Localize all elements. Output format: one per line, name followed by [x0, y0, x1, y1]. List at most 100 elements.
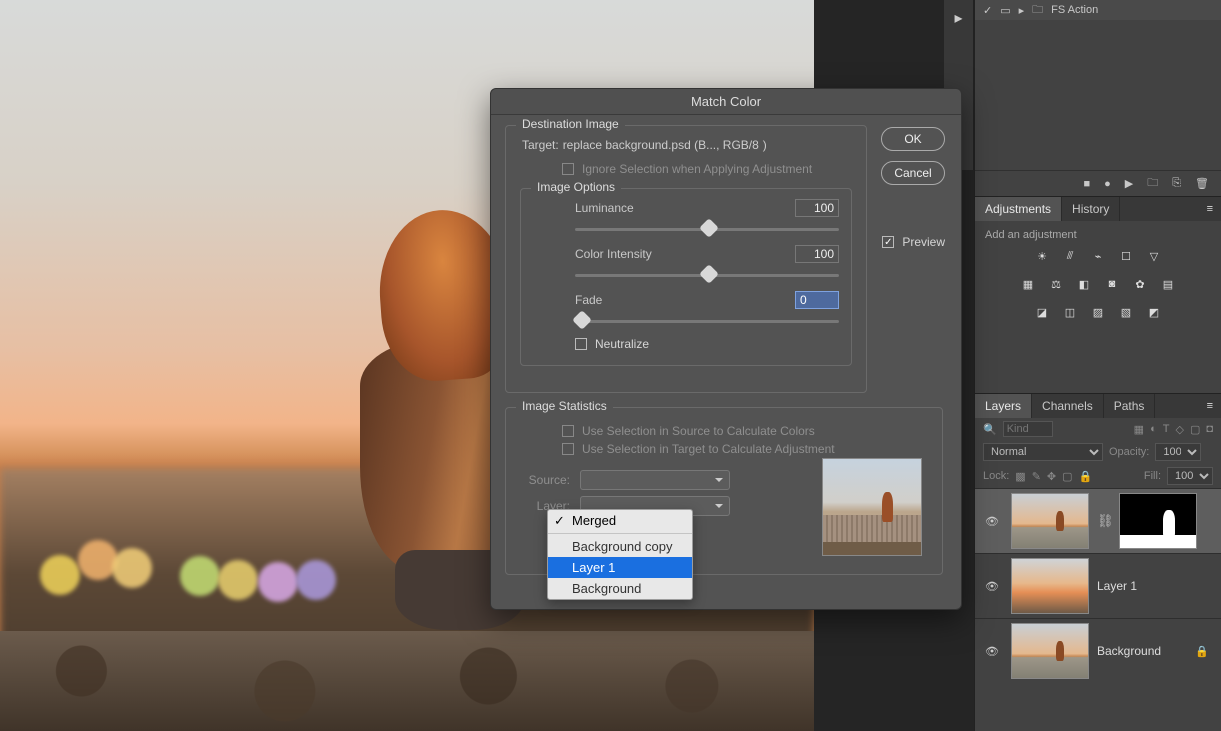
visibility-icon[interactable]: 👁	[981, 515, 1003, 528]
color-balance-icon[interactable]: ⚖	[1047, 275, 1065, 293]
levels-icon[interactable]: ⫻	[1061, 247, 1079, 265]
target-value: replace background.psd (B..., RGB/8	[563, 138, 759, 152]
layer-thumbnail[interactable]	[1011, 623, 1089, 679]
collapsed-tab-icon[interactable]: ▸	[954, 8, 962, 28]
new-folder-icon[interactable]: 🗀	[1147, 174, 1158, 193]
fade-label: Fade	[575, 293, 602, 307]
luminance-slider[interactable]	[575, 221, 839, 237]
lock-icon: 🔒	[1195, 645, 1209, 658]
invert-icon[interactable]: ◪	[1033, 303, 1051, 321]
neutralize-label: Neutralize	[595, 337, 649, 351]
new-action-icon[interactable]: ⎘	[1172, 177, 1181, 190]
layer-name[interactable]: Background	[1097, 644, 1161, 658]
dialog-title: Match Color	[491, 89, 961, 115]
exposure-icon[interactable]: ☐	[1117, 247, 1135, 265]
luminance-label: Luminance	[575, 201, 634, 215]
tab-history[interactable]: History	[1062, 197, 1120, 221]
blend-mode-select[interactable]: Normal	[983, 443, 1103, 461]
threshold-icon[interactable]: ▨	[1089, 303, 1107, 321]
opacity-label: Opacity:	[1109, 446, 1149, 458]
panel-menu-icon[interactable]: ≡	[1199, 400, 1221, 412]
tab-paths[interactable]: Paths	[1104, 394, 1156, 418]
dropdown-option-layer1[interactable]: Layer 1	[548, 557, 692, 578]
filter-type-icon[interactable]: T	[1163, 423, 1170, 435]
photo-filter-icon[interactable]: ◙	[1103, 275, 1121, 293]
actions-item-label[interactable]: FS Action	[1051, 4, 1098, 16]
dropdown-option-merged[interactable]: Merged	[548, 510, 692, 531]
adjustments-tabs: Adjustments History ≡	[975, 196, 1221, 221]
lock-position-icon[interactable]: ✥	[1047, 470, 1056, 483]
bokeh	[296, 560, 336, 600]
source-preview-thumbnail	[822, 458, 922, 556]
cancel-button[interactable]: Cancel	[881, 161, 945, 185]
visibility-icon[interactable]: 👁	[981, 645, 1003, 658]
link-mask-icon[interactable]: ⛓	[1097, 513, 1111, 529]
layer-row[interactable]: 👁 ⛓	[975, 488, 1221, 553]
play-icon[interactable]: ▶	[1125, 177, 1133, 190]
layer-name[interactable]: Layer 1	[1097, 579, 1137, 593]
target-label: Target:	[522, 138, 559, 152]
gradient-map-icon[interactable]: ▧	[1117, 303, 1135, 321]
dropdown-option-bg-copy[interactable]: Background copy	[548, 536, 692, 557]
layer-filter-kind[interactable]	[1003, 421, 1053, 437]
lock-paint-icon[interactable]: ✎	[1032, 470, 1041, 483]
source-select[interactable]	[580, 470, 730, 490]
record-icon[interactable]: ●	[1104, 178, 1111, 190]
fade-input[interactable]: 0	[795, 291, 839, 309]
use-target-selection-checkbox: Use Selection in Target to Calculate Adj…	[520, 442, 928, 456]
tab-layers[interactable]: Layers	[975, 394, 1032, 418]
ok-button[interactable]: OK	[881, 127, 945, 151]
lock-transparency-icon[interactable]: ▩	[1015, 470, 1025, 483]
actions-panel-body	[975, 20, 1221, 170]
filter-pixel-icon[interactable]: ▦	[1134, 423, 1144, 436]
neutralize-checkbox[interactable]: Neutralize	[533, 337, 839, 351]
filter-smart-icon[interactable]: ▢	[1190, 423, 1200, 436]
layer-row[interactable]: 👁 Layer 1	[975, 553, 1221, 618]
image-options-legend: Image Options	[531, 180, 621, 194]
lock-all-icon[interactable]: 🔒	[1079, 470, 1093, 483]
trash-icon[interactable]: 🗑	[1195, 177, 1209, 190]
destination-legend: Destination Image	[516, 117, 625, 131]
layer-thumbnail[interactable]	[1011, 493, 1089, 549]
source-label: Source:	[520, 473, 570, 487]
filter-toggle[interactable]: ◘	[1206, 423, 1213, 435]
tab-adjustments[interactable]: Adjustments	[975, 197, 1062, 221]
fill-select[interactable]: 100%	[1167, 467, 1213, 485]
intensity-input[interactable]: 100	[795, 245, 839, 263]
preview-label: Preview	[902, 235, 945, 249]
intensity-slider[interactable]	[575, 267, 839, 283]
vibrance-icon[interactable]: ▽	[1145, 247, 1163, 265]
channel-mixer-icon[interactable]: ✿	[1131, 275, 1149, 293]
panel-menu-icon[interactable]: ≡	[1199, 203, 1221, 215]
dropdown-option-background[interactable]: Background	[548, 578, 692, 599]
layer-thumbnail[interactable]	[1011, 558, 1089, 614]
bw-icon[interactable]: ◧	[1075, 275, 1093, 293]
stop-icon[interactable]: ■	[1083, 178, 1090, 190]
folder-icon[interactable]: 🗀	[1032, 1, 1043, 20]
ignore-selection-checkbox: Ignore Selection when Applying Adjustmen…	[520, 162, 852, 176]
hue-icon[interactable]: ▦	[1019, 275, 1037, 293]
chevron-right-icon[interactable]: ▸	[1019, 4, 1025, 17]
tab-channels[interactable]: Channels	[1032, 394, 1104, 418]
selective-color-icon[interactable]: ◩	[1145, 303, 1163, 321]
curves-icon[interactable]: ⌁	[1089, 247, 1107, 265]
color-lookup-icon[interactable]: ▤	[1159, 275, 1177, 293]
posterize-icon[interactable]: ◫	[1061, 303, 1079, 321]
use-src-label: Use Selection in Source to Calculate Col…	[582, 424, 815, 438]
filter-adjust-icon[interactable]: ◐	[1150, 423, 1157, 435]
layer-row[interactable]: 👁 Background 🔒	[975, 618, 1221, 683]
visibility-icon[interactable]: 👁	[981, 580, 1003, 593]
luminance-input[interactable]: 100	[795, 199, 839, 217]
lock-artboard-icon[interactable]: ▢	[1062, 470, 1072, 483]
check-icon[interactable]: ✓	[983, 4, 992, 17]
filter-shape-icon[interactable]: ◇	[1175, 423, 1183, 436]
layer-dropdown-menu[interactable]: Merged Background copy Layer 1 Backgroun…	[547, 509, 693, 600]
stop-icon[interactable]: ▭	[1000, 4, 1010, 17]
fade-slider[interactable]	[575, 313, 839, 329]
search-icon[interactable]: 🔍	[983, 423, 997, 436]
preview-checkbox[interactable]: ✓Preview	[882, 235, 945, 249]
right-panel: ✓ ▭ ▸ 🗀 FS Action ■ ● ▶ 🗀 ⎘ 🗑 Adjustment…	[974, 0, 1221, 731]
brightness-icon[interactable]: ☀	[1033, 247, 1051, 265]
layer-mask-thumbnail[interactable]	[1119, 493, 1197, 549]
opacity-select[interactable]: 100%	[1155, 443, 1201, 461]
